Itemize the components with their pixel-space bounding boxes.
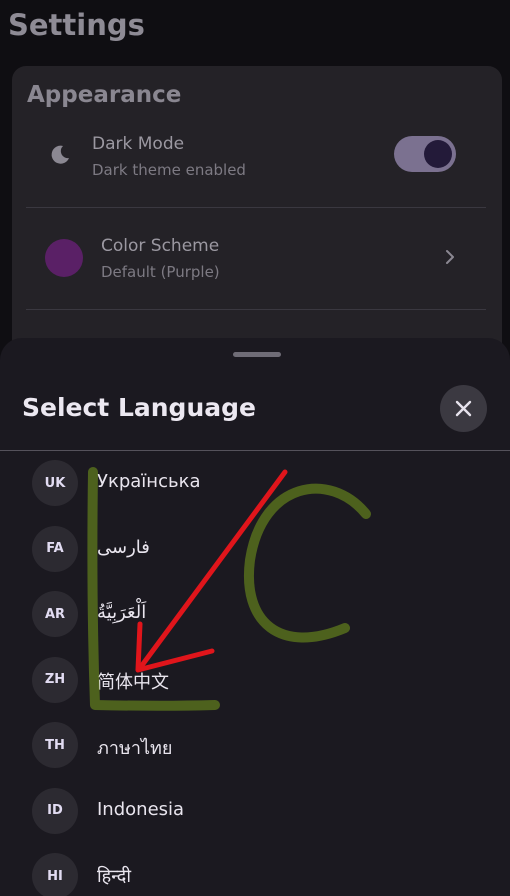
language-name: 简体中文 — [97, 671, 169, 693]
language-code-badge: TH — [32, 722, 78, 768]
language-code-badge: ZH — [32, 656, 78, 703]
language-item-uk[interactable]: UK Українська — [0, 451, 510, 517]
chevron-right-icon — [446, 250, 454, 264]
page-title: Settings — [8, 8, 145, 42]
dark-mode-row[interactable]: Dark Mode Dark theme enabled — [12, 116, 502, 206]
language-code-badge: HI — [32, 853, 78, 896]
language-name: Indonesia — [97, 798, 185, 820]
language-item-id[interactable]: ID Indonesia — [0, 779, 510, 845]
language-name: فارسی — [97, 536, 150, 558]
sheet-title: Select Language — [22, 393, 256, 422]
moon-icon — [51, 145, 69, 164]
app-screen: Settings Appearance Dark Mode Dark theme… — [0, 0, 510, 896]
language-code-badge: UK — [32, 460, 78, 506]
language-code-badge: ID — [32, 787, 78, 834]
dark-mode-label: Dark Mode — [92, 134, 185, 154]
language-list: UK Українська FA فارسی AR اَلْعَرَبِيَّة… — [0, 451, 510, 896]
language-code-badge: FA — [32, 525, 78, 572]
close-button[interactable] — [440, 385, 487, 432]
appearance-section-title: Appearance — [27, 82, 182, 108]
color-swatch — [45, 239, 83, 277]
language-code-badge: AR — [32, 591, 78, 637]
language-name: ภาษาไทย — [97, 738, 173, 759]
color-scheme-value: Default (Purple) — [101, 263, 220, 281]
language-bottom-sheet: Select Language UK Українська FA فارسی A… — [0, 338, 510, 896]
language-item-hi[interactable]: HI हिन्दी — [0, 844, 510, 896]
divider — [26, 309, 486, 310]
color-scheme-row[interactable]: Color Scheme Default (Purple) — [12, 216, 502, 306]
language-name: Українська — [97, 471, 201, 492]
language-name: اَلْعَرَبِيَّةُ — [97, 602, 147, 623]
divider — [26, 207, 486, 208]
toggle-knob — [424, 140, 452, 168]
language-name: हिन्दी — [97, 866, 132, 887]
appearance-card: Appearance Dark Mode Dark theme enabled … — [12, 66, 502, 366]
language-item-zh[interactable]: ZH 简体中文 — [0, 648, 510, 714]
dark-mode-toggle[interactable] — [394, 136, 456, 172]
close-icon — [455, 400, 472, 417]
language-item-th[interactable]: TH ภาษาไทย — [0, 713, 510, 779]
language-item-fa[interactable]: FA فارسی — [0, 517, 510, 583]
dark-mode-subtitle: Dark theme enabled — [92, 161, 246, 179]
drag-handle[interactable] — [233, 352, 281, 357]
language-item-ar[interactable]: AR اَلْعَرَبِيَّةُ — [0, 582, 510, 648]
color-scheme-label: Color Scheme — [101, 236, 220, 256]
